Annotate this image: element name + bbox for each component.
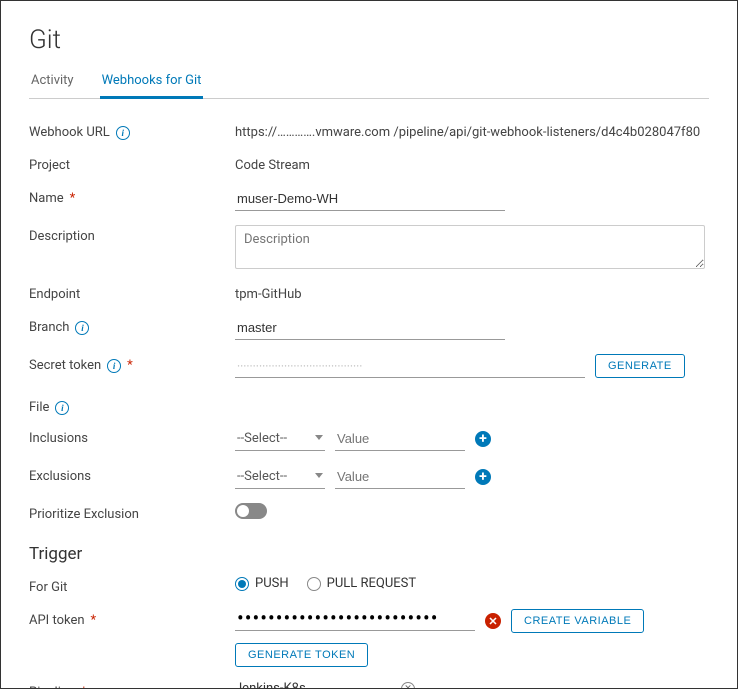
label-description: Description: [29, 225, 235, 244]
required-asterisk: *: [81, 685, 87, 689]
error-icon: ✕: [485, 613, 501, 629]
label-inclusions: Inclusions: [29, 427, 235, 446]
label-secret-token: Secret token i *: [29, 354, 235, 373]
name-input[interactable]: [235, 187, 505, 211]
generate-token-button[interactable]: GENERATE TOKEN: [235, 643, 368, 667]
label-webhook-url: Webhook URL i: [29, 121, 235, 140]
create-variable-button[interactable]: CREATE VARIABLE: [511, 609, 644, 633]
tab-activity[interactable]: Activity: [29, 67, 76, 98]
info-icon[interactable]: i: [107, 359, 121, 373]
info-icon[interactable]: i: [75, 321, 89, 335]
info-icon[interactable]: i: [55, 401, 69, 415]
label-file: File i: [29, 400, 709, 415]
value-webhook-url: https://………….vmware.com /pipeline/api/gi…: [235, 121, 700, 140]
page-title: Git: [29, 25, 709, 55]
generate-button[interactable]: GENERATE: [595, 354, 685, 378]
label-branch: Branch i: [29, 316, 235, 335]
pipeline-input[interactable]: Jenkins-K8s ✕: [235, 681, 415, 689]
label-for-git: For Git: [29, 576, 235, 595]
radio-icon: [235, 577, 249, 591]
value-endpoint: tpm-GitHub: [235, 283, 302, 302]
git-webhook-form: Git Activity Webhooks for Git Webhook UR…: [0, 0, 738, 689]
secret-token-input[interactable]: ········································: [235, 355, 585, 378]
required-asterisk: *: [91, 613, 97, 628]
description-textarea[interactable]: [235, 225, 705, 269]
branch-input[interactable]: [235, 316, 505, 340]
label-name: Name *: [29, 187, 235, 206]
tab-bar: Activity Webhooks for Git: [29, 67, 709, 99]
label-exclusions: Exclusions: [29, 465, 235, 484]
label-pipeline: Pipeline *: [29, 681, 235, 689]
add-exclusion-icon[interactable]: +: [475, 469, 491, 485]
value-project: Code Stream: [235, 154, 310, 173]
inclusions-value-input[interactable]: [335, 427, 465, 451]
label-endpoint: Endpoint: [29, 283, 235, 302]
radio-push[interactable]: PUSH: [235, 576, 289, 591]
section-trigger: Trigger: [29, 544, 709, 564]
api-token-input[interactable]: ••••••••••••••••••••••••••: [235, 611, 475, 631]
exclusions-select[interactable]: --Select--: [235, 465, 325, 489]
for-git-radio-group: PUSH PULL REQUEST: [235, 576, 416, 591]
label-project: Project: [29, 154, 235, 173]
add-inclusion-icon[interactable]: +: [475, 431, 491, 447]
prioritize-exclusion-toggle[interactable]: [235, 503, 267, 519]
clear-icon[interactable]: ✕: [401, 682, 415, 689]
radio-pull-request[interactable]: PULL REQUEST: [307, 576, 417, 591]
label-prioritize-exclusion: Prioritize Exclusion: [29, 503, 235, 522]
info-icon[interactable]: i: [116, 126, 130, 140]
required-asterisk: *: [127, 358, 133, 373]
tab-webhooks-for-git[interactable]: Webhooks for Git: [100, 67, 204, 99]
inclusions-select[interactable]: --Select--: [235, 427, 325, 451]
label-api-token: API token *: [29, 609, 235, 628]
required-asterisk: *: [70, 191, 76, 206]
radio-icon: [307, 577, 321, 591]
exclusions-value-input[interactable]: [335, 465, 465, 489]
